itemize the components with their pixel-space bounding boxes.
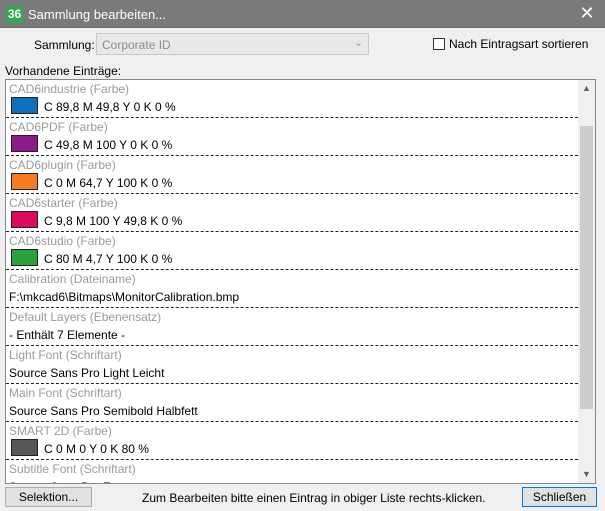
entry-value: C 80 M 4,7 Y 100 K 0 % <box>44 252 173 266</box>
entry-value: C 49,8 M 100 Y 0 K 0 % <box>44 138 173 152</box>
sort-checkbox[interactable] <box>433 38 445 50</box>
entry-value: Source Sans Pro Semibold Halbfett <box>9 404 198 418</box>
entry-value: C 89,8 M 49,8 Y 0 K 0 % <box>44 100 176 114</box>
list-item[interactable]: SMART 2D (Farbe) C 0 M 0 Y 0 K 80 % <box>6 422 578 460</box>
color-swatch <box>11 249 38 266</box>
scrollbar-thumb[interactable] <box>580 126 593 409</box>
scroll-down-icon[interactable]: ▼ <box>578 466 595 483</box>
list-item[interactable]: CAD6studio (Farbe) C 80 M 4,7 Y 100 K 0 % <box>6 232 578 270</box>
entry-name: Calibration (Dateiname) <box>9 272 136 286</box>
list-item[interactable]: CAD6plugin (Farbe) C 0 M 64,7 Y 100 K 0 % <box>6 156 578 194</box>
sort-checkbox-label: Nach Eintragsart sortieren <box>449 37 589 51</box>
chevron-down-icon: ⌄ <box>353 37 363 49</box>
list-item[interactable]: Subtitle Font (Schriftart) Source Sans Pr… <box>6 460 578 483</box>
collection-select[interactable]: Corporate ID ⌄ <box>96 33 369 55</box>
entries-label: Vorhandene Einträge: <box>5 64 122 78</box>
color-swatch <box>11 173 38 190</box>
entry-name: Subtitle Font (Schriftart) <box>9 462 136 476</box>
color-swatch <box>11 211 38 228</box>
list-item[interactable]: CAD6PDF (Farbe) C 49,8 M 100 Y 0 K 0 % <box>6 118 578 156</box>
entry-name: SMART 2D (Farbe) <box>9 424 112 438</box>
sort-option[interactable]: Nach Eintragsart sortieren <box>433 37 588 51</box>
color-swatch <box>11 97 38 114</box>
entry-name: Main Font (Schriftart) <box>9 386 122 400</box>
list-item[interactable]: Light Font (Schriftart) Source Sans Pro L… <box>6 346 578 384</box>
entries-list[interactable]: CAD6industrie (Farbe) C 89,8 M 49,8 Y 0 K… <box>5 79 596 484</box>
list-item[interactable]: CAD6starter (Farbe) C 9,8 M 100 Y 49,8 K … <box>6 194 578 232</box>
entries-container: CAD6industrie (Farbe) C 89,8 M 49,8 Y 0 K… <box>6 80 578 483</box>
entry-name: CAD6plugin (Farbe) <box>9 158 116 172</box>
color-swatch <box>11 135 38 152</box>
list-item[interactable]: CAD6industrie (Farbe) C 89,8 M 49,8 Y 0 K… <box>6 80 578 118</box>
entry-name: CAD6starter (Farbe) <box>9 196 118 210</box>
entry-value: F:\mkcad6\Bitmaps\MonitorCalibration.bmp <box>9 290 240 304</box>
hint-text: Zum Bearbeiten bitte einen Eintrag in ob… <box>142 491 486 505</box>
list-item[interactable]: Calibration (Dateiname) F:\mkcad6\Bitmaps… <box>6 270 578 308</box>
selection-button[interactable]: Selektion... <box>5 487 92 507</box>
entry-value: Source Sans Pro Light Leicht <box>9 366 165 380</box>
close-button[interactable]: Schließen <box>522 487 597 507</box>
entry-value: C 0 M 0 Y 0 K 80 % <box>44 442 149 456</box>
collection-label: Sammlung: <box>34 38 95 52</box>
color-swatch <box>11 439 38 456</box>
entry-name: CAD6PDF (Farbe) <box>9 120 108 134</box>
entry-value: C 0 M 64,7 Y 100 K 0 % <box>44 176 173 190</box>
entry-name: CAD6studio (Farbe) <box>9 234 116 248</box>
title-bar: 36 Sammlung bearbeiten... ✕ <box>0 0 605 28</box>
entry-name: Default Layers (Ebenensatz) <box>9 310 162 324</box>
list-item[interactable]: Default Layers (Ebenensatz) - Enthält 7 E… <box>6 308 578 346</box>
window-title: Sammlung bearbeiten... <box>28 7 167 22</box>
entry-name: Light Font (Schriftart) <box>9 348 122 362</box>
list-item[interactable]: Main Font (Schriftart) Source Sans Pro Se… <box>6 384 578 422</box>
entry-value: C 9,8 M 100 Y 49,8 K 0 % <box>44 214 183 228</box>
collection-select-value: Corporate ID <box>102 38 171 52</box>
entry-name: CAD6industrie (Farbe) <box>9 82 130 96</box>
scroll-up-icon[interactable]: ▲ <box>578 80 595 97</box>
entry-value: - Enthält 7 Elemente - <box>9 328 126 342</box>
entry-value: Source Sans Pro Fett <box>9 480 124 483</box>
close-icon[interactable]: ✕ <box>569 0 605 27</box>
vertical-scrollbar[interactable]: ▲ ▼ <box>578 80 595 483</box>
app-icon: 36 <box>6 6 23 23</box>
